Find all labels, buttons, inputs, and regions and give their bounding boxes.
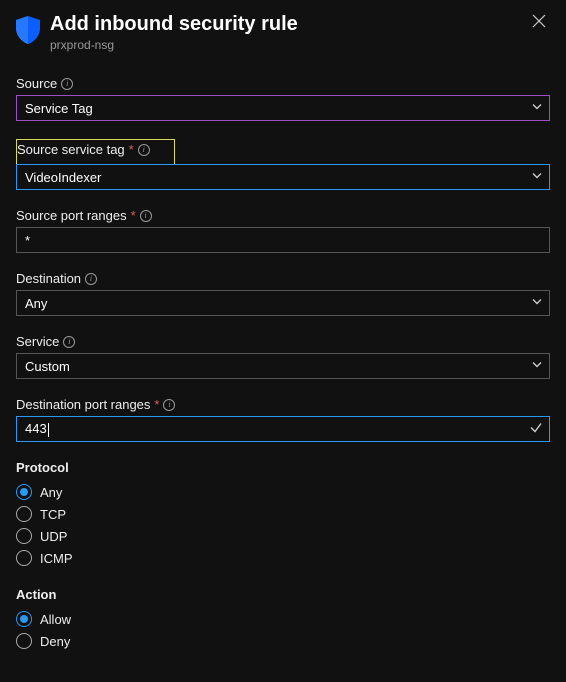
radio-label: UDP [40, 529, 67, 544]
source-service-tag-label: Source service tag [17, 142, 125, 157]
check-icon [529, 421, 543, 438]
highlight-box: Source service tag * i [16, 139, 175, 166]
radio-label: TCP [40, 507, 66, 522]
panel-header: Add inbound security rule prxprod-nsg [16, 12, 550, 52]
radio-icon [16, 550, 32, 566]
source-value: Service Tag [25, 101, 93, 116]
radio-icon [16, 484, 32, 500]
action-radio-group: Allow Deny [16, 608, 550, 652]
protocol-option-any[interactable]: Any [16, 481, 550, 503]
destination-port-ranges-value: 443 [25, 421, 49, 437]
source-port-ranges-label: Source port ranges [16, 208, 127, 223]
source-service-tag-select[interactable]: VideoIndexer [16, 164, 550, 190]
radio-label: ICMP [40, 551, 73, 566]
destination-label: Destination [16, 271, 81, 286]
action-option-deny[interactable]: Deny [16, 630, 550, 652]
radio-icon [16, 611, 32, 627]
chevron-down-icon [531, 101, 543, 116]
shield-icon [16, 16, 40, 44]
destination-select[interactable]: Any [16, 290, 550, 316]
required-asterisk: * [129, 142, 134, 157]
service-select[interactable]: Custom [16, 353, 550, 379]
source-select[interactable]: Service Tag [16, 95, 550, 121]
info-icon[interactable]: i [63, 336, 75, 348]
panel-subtitle: prxprod-nsg [50, 38, 518, 52]
protocol-radio-group: Any TCP UDP ICMP [16, 481, 550, 569]
info-icon[interactable]: i [140, 210, 152, 222]
destination-value: Any [25, 296, 47, 311]
protocol-option-udp[interactable]: UDP [16, 525, 550, 547]
info-icon[interactable]: i [163, 399, 175, 411]
destination-port-ranges-label: Destination port ranges [16, 397, 150, 412]
source-label: Source [16, 76, 57, 91]
source-port-ranges-value: * [25, 233, 30, 248]
radio-icon [16, 506, 32, 522]
action-label: Action [16, 587, 550, 602]
chevron-down-icon [531, 170, 543, 185]
chevron-down-icon [531, 359, 543, 374]
action-option-allow[interactable]: Allow [16, 608, 550, 630]
radio-label: Deny [40, 634, 70, 649]
source-service-tag-value: VideoIndexer [25, 170, 101, 185]
info-icon[interactable]: i [61, 78, 73, 90]
destination-port-ranges-input[interactable]: 443 [16, 416, 550, 442]
protocol-option-tcp[interactable]: TCP [16, 503, 550, 525]
info-icon[interactable]: i [85, 273, 97, 285]
required-asterisk: * [154, 397, 159, 412]
protocol-option-icmp[interactable]: ICMP [16, 547, 550, 569]
chevron-down-icon [531, 296, 543, 311]
close-icon [532, 14, 546, 28]
service-label: Service [16, 334, 59, 349]
close-button[interactable] [528, 12, 550, 34]
radio-icon [16, 633, 32, 649]
protocol-label: Protocol [16, 460, 550, 475]
required-asterisk: * [131, 208, 136, 223]
radio-label: Any [40, 485, 62, 500]
radio-icon [16, 528, 32, 544]
source-port-ranges-input[interactable]: * [16, 227, 550, 253]
service-value: Custom [25, 359, 70, 374]
radio-label: Allow [40, 612, 71, 627]
panel-title: Add inbound security rule [50, 12, 518, 36]
info-icon[interactable]: i [138, 144, 150, 156]
